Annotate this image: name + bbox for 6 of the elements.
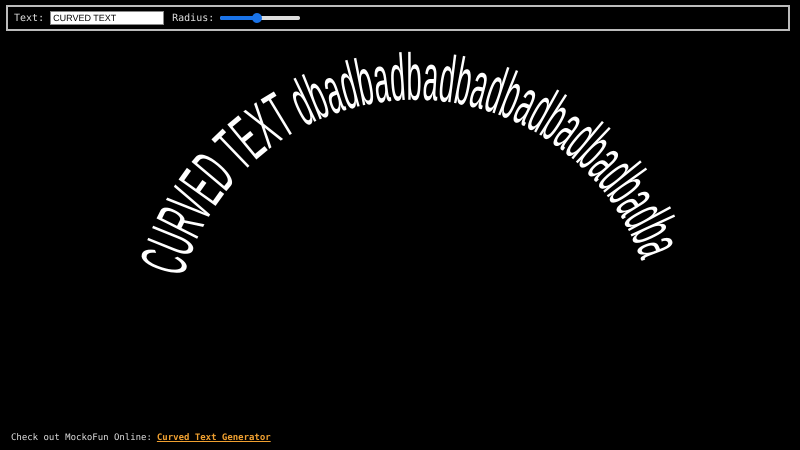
generator-link[interactable]: Curved Text Generator — [156, 433, 271, 443]
text-field[interactable]: CURVED TEXT — [50, 11, 164, 25]
text-label: Text: — [14, 12, 44, 24]
radius-label: Radius: — [172, 12, 214, 24]
footer-text: Check out MockoFun Online: — [11, 433, 152, 443]
radius-slider[interactable] — [220, 16, 300, 20]
